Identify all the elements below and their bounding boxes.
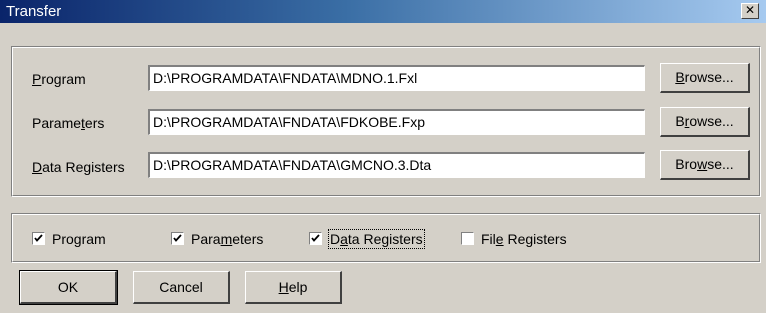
program-path-value: D:\PROGRAMDATA\FNDATA\MDNO.1.Fxl xyxy=(153,70,418,86)
title-bar: Transfer ✕ xyxy=(0,0,766,23)
checkmark-icon xyxy=(311,234,320,242)
data-registers-label: Data Registers xyxy=(32,159,125,175)
data-registers-browse-button[interactable]: Browse... xyxy=(660,150,750,180)
data-registers-path-field[interactable]: D:\PROGRAMDATA\FNDATA\GMCNO.3.Dta xyxy=(148,152,645,178)
checkmark-icon xyxy=(34,234,43,242)
parameters-browse-button[interactable]: Browse... xyxy=(660,107,750,137)
data-registers-path-value: D:\PROGRAMDATA\FNDATA\GMCNO.3.Dta xyxy=(153,157,432,173)
help-button[interactable]: Help xyxy=(245,271,342,304)
program-path-field[interactable]: D:\PROGRAMDATA\FNDATA\MDNO.1.Fxl xyxy=(148,65,645,91)
parameters-label: Parameters xyxy=(32,115,105,131)
checkmark-icon xyxy=(173,234,182,242)
option-data-registers-label: Data Registers xyxy=(328,229,425,249)
program-browse-button[interactable]: Browse... xyxy=(660,63,750,93)
option-data-registers-checkbox[interactable] xyxy=(309,232,322,245)
close-icon: ✕ xyxy=(744,3,756,17)
option-file-registers-label: File Registers xyxy=(481,231,567,247)
cancel-button[interactable]: Cancel xyxy=(133,271,230,304)
option-file-registers-checkbox[interactable] xyxy=(461,232,474,245)
close-button[interactable]: ✕ xyxy=(741,3,759,19)
parameters-path-field[interactable]: D:\PROGRAMDATA\FNDATA\FDKOBE.Fxp xyxy=(148,109,645,135)
ok-button[interactable]: OK xyxy=(19,270,118,305)
program-label: Program xyxy=(32,71,86,87)
option-parameters-checkbox[interactable] xyxy=(171,232,184,245)
window-title: Transfer xyxy=(6,3,62,20)
option-parameters-label: Parameters xyxy=(191,231,264,247)
parameters-path-value: D:\PROGRAMDATA\FNDATA\FDKOBE.Fxp xyxy=(153,114,425,130)
option-program-checkbox[interactable] xyxy=(32,232,45,245)
option-program-label: Program xyxy=(52,231,106,247)
